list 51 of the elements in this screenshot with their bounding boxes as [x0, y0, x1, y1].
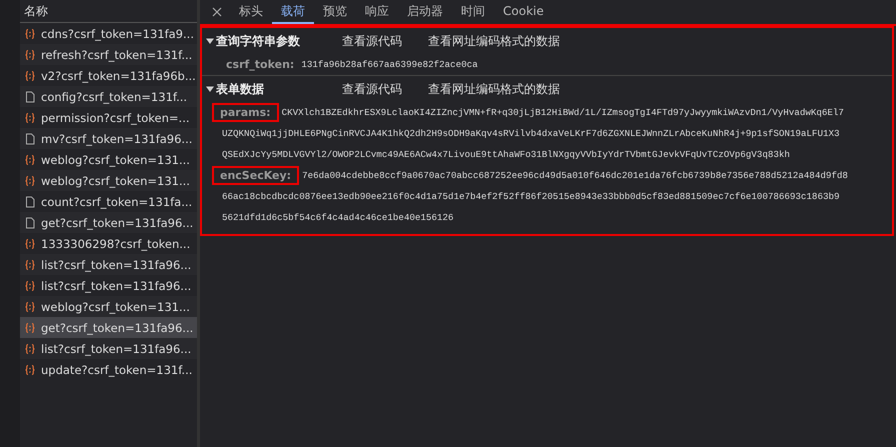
param-value: 66ac18cbcdbcdc0876ee13edb90ee216f0c4d1a75d1e7b4ef2f52ff86f20515e8943e33bbb0d5cf83ed881509ec7cf6e100786693c1863b9 [222, 191, 840, 202]
expand-triangle-icon[interactable] [206, 85, 214, 93]
tab[interactable]: 标头 [230, 0, 272, 24]
request-item[interactable]: refresh?csrf_token=131f... [20, 44, 197, 65]
view-link[interactable]: 查看网址编码格式的数据 [428, 80, 560, 98]
request-item[interactable]: config?csrf_token=131f... [20, 86, 197, 107]
section-title: 表单数据 [216, 80, 265, 98]
request-item[interactable]: get?csrf_token=131fa96... [20, 317, 197, 338]
tab[interactable]: 响应 [356, 0, 398, 24]
braces-icon [24, 112, 36, 124]
document-icon [24, 216, 36, 228]
param-value: CKVXlch1BZEdkhrESX9LclaoKI4ZIZncjVMN+fR+q30jLjB12HiBWd/1L/IZmsogTgI4FTd97yJwyymkiWAzvDn1/VyHvadwKq6El7 [282, 107, 844, 118]
request-item[interactable]: weblog?csrf_token=131... [20, 296, 197, 317]
request-item[interactable]: list?csrf_token=131fa96... [20, 338, 197, 359]
tab[interactable]: 时间 [452, 0, 494, 24]
param-key: encSecKey: [212, 166, 300, 185]
document-icon [24, 90, 36, 102]
braces-icon [24, 322, 36, 334]
param-value: 5621dfd1d6c5bf54c6f4c4ad4c46ce1be40e156126 [222, 212, 454, 223]
param-key: csrf_token: [222, 55, 298, 74]
tab[interactable]: 载荷 [272, 0, 314, 24]
braces-icon [24, 70, 36, 82]
tab[interactable]: Cookie [494, 0, 553, 24]
view-link[interactable]: 查看源代码 [342, 80, 402, 98]
param-key: params: [212, 103, 279, 122]
braces-icon [24, 154, 36, 166]
braces-icon [24, 300, 36, 312]
braces-icon [24, 28, 36, 40]
request-item[interactable]: weblog?csrf_token=131... [20, 170, 197, 191]
braces-icon [24, 174, 36, 186]
param-value: 131fa96b28af667aa6399e82f2ace0ca [301, 59, 478, 70]
braces-icon [24, 48, 36, 60]
request-item[interactable]: list?csrf_token=131fa96... [20, 254, 197, 275]
param-value: QSEdXJcYy5MDLVGVYl2/OWOP2LCvmc49AE6ACw4x7LivouE9ttAhaWFo31BlNXgqyVVbIyYdrTVbmtGJevkVFqUvTCzOVp6gV3q83kh [222, 149, 790, 160]
view-link[interactable]: 查看源代码 [342, 32, 402, 50]
request-item[interactable]: mv?csrf_token=131fa96... [20, 128, 197, 149]
expand-triangle-icon[interactable] [206, 37, 214, 45]
view-link[interactable]: 查看网址编码格式的数据 [428, 32, 560, 50]
tab[interactable]: 预览 [314, 0, 356, 24]
tab[interactable]: 启动器 [398, 0, 452, 24]
braces-icon [24, 258, 36, 270]
braces-icon [24, 342, 36, 354]
param-value: UZQKNQiWq1jjDHLE6PNgCinRVCJA4K1hkQ2dh2H9sODH9aKqv4sRVilvb4dxaVeLKrF7d6ZGXNLEJWnnZLrAbceKuNhR4j+9p1sfSON19aLFU1X3 [222, 128, 840, 139]
request-item[interactable]: get?csrf_token=131fa96... [20, 212, 197, 233]
braces-icon [24, 364, 36, 376]
braces-icon [24, 238, 36, 250]
document-icon [24, 132, 36, 144]
section-title: 查询字符串参数 [216, 32, 301, 50]
braces-icon [24, 280, 36, 292]
document-icon [24, 196, 36, 208]
param-value: 7e6da004cdebbe8ccf9a0670ac70abcc687252ee96cd49d5a010f646dc201e1da76fcb6739b8e7356e788d5212a484d9fd8 [302, 170, 848, 181]
